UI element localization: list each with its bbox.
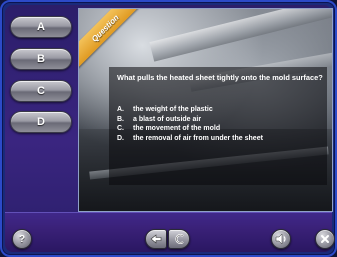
help-icon: ? [18, 233, 26, 245]
options-list: A. the weight of the plastic B. a blast … [117, 105, 325, 143]
back-button[interactable] [145, 229, 167, 249]
arrow-left-icon [150, 234, 162, 244]
option-item: A. the weight of the plastic [117, 105, 325, 115]
question-ribbon-label: Question [89, 12, 121, 44]
close-icon [321, 235, 329, 243]
answer-button-d[interactable]: D [10, 111, 72, 133]
audio-button[interactable] [271, 229, 291, 249]
option-letter: B. [117, 115, 124, 123]
answer-button-a[interactable]: A [10, 16, 72, 38]
option-item: D. the removal of air from under the she… [117, 134, 325, 144]
answer-button-b[interactable]: B [10, 48, 72, 70]
speaker-icon [275, 233, 286, 245]
close-button[interactable] [315, 229, 335, 249]
answer-button-label: C [37, 85, 45, 97]
option-text: the movement of the mold [133, 125, 221, 132]
question-panel: Question What pulls the heated sheet tig… [78, 8, 333, 212]
question-text: What pulls the heated sheet tightly onto… [117, 73, 323, 82]
answer-button-label: B [37, 53, 45, 65]
answer-button-label: D [37, 116, 45, 128]
option-item: B. a blast of outside air [117, 115, 325, 125]
option-text: the weight of the plastic [133, 106, 213, 113]
app-window: A B C D Question What pulls the heated s… [0, 0, 337, 257]
answer-button-c[interactable]: C [10, 80, 72, 102]
help-button[interactable]: ? [12, 229, 32, 249]
replay-icon [175, 234, 184, 244]
question-ribbon: Question [79, 9, 146, 69]
option-letter: C. [117, 125, 124, 132]
replay-button[interactable] [168, 229, 190, 249]
option-item: C. the movement of the mold [117, 124, 325, 134]
option-letter: D. [117, 134, 124, 142]
option-letter: A. [117, 106, 124, 113]
option-text: a blast of outside air [133, 115, 202, 123]
background-image [149, 9, 332, 62]
option-text: the removal of air from under the sheet [133, 134, 263, 142]
answer-button-label: A [37, 21, 45, 33]
